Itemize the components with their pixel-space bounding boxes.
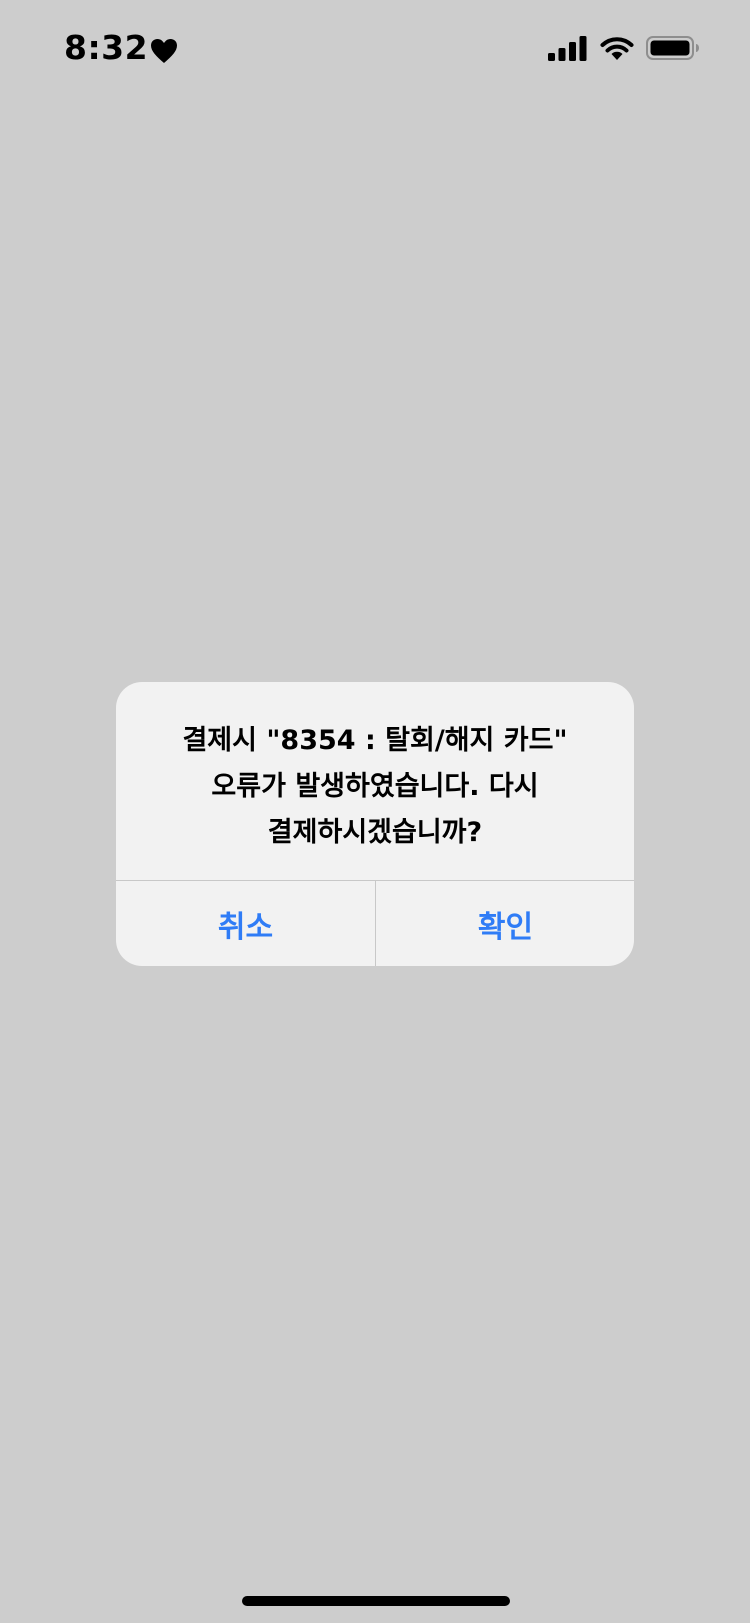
alert-dialog: 결제시 "8354 : 탈회/해지 카드" 오류가 발생하였습니다. 다시 결제… [116, 682, 634, 966]
heart-icon [151, 39, 177, 63]
status-bar: 8:32 [0, 0, 750, 100]
battery-icon [646, 36, 699, 60]
cellular-signal-icon [548, 36, 587, 61]
wifi-icon [600, 37, 634, 60]
cancel-button[interactable]: 취소 [116, 881, 375, 966]
status-time: 8:32 [64, 28, 149, 67]
alert-message: 결제시 "8354 : 탈회/해지 카드" 오류가 발생하였습니다. 다시 결제… [182, 725, 568, 848]
confirm-button[interactable]: 확인 [376, 881, 634, 966]
home-indicator[interactable] [242, 1596, 510, 1606]
